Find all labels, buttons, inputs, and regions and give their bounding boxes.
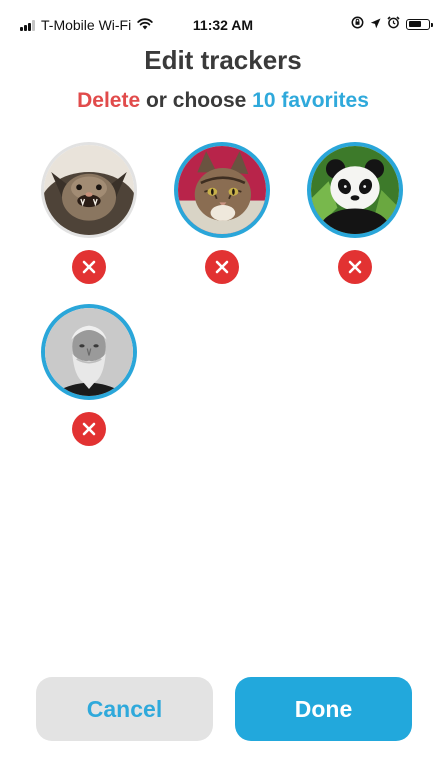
status-right xyxy=(345,16,433,32)
delete-tracker-button[interactable] xyxy=(338,250,372,284)
battery-level-fill xyxy=(408,21,422,27)
orientation-lock-icon xyxy=(351,16,364,32)
cancel-button[interactable]: Cancel xyxy=(36,677,213,741)
page-subtitle: Delete or choose 10 favorites xyxy=(0,89,446,113)
tracker-avatar-cat[interactable] xyxy=(174,142,270,238)
alarm-clock-icon xyxy=(387,16,400,32)
tracker-item-panda xyxy=(307,142,403,284)
location-arrow-icon xyxy=(370,16,381,32)
delete-tracker-button[interactable] xyxy=(72,250,106,284)
tracker-item-cat xyxy=(174,142,270,284)
delete-tracker-button[interactable] xyxy=(72,412,106,446)
done-button[interactable]: Done xyxy=(235,677,412,741)
panda-photo-icon xyxy=(311,146,399,234)
cat-photo-icon xyxy=(178,146,266,234)
close-icon xyxy=(348,260,362,274)
tracker-avatar-bat[interactable] xyxy=(41,142,137,238)
battery-icon xyxy=(406,18,433,30)
tracker-item-bat xyxy=(41,142,137,284)
close-icon xyxy=(82,260,96,274)
close-icon xyxy=(215,260,229,274)
bat-photo-icon xyxy=(44,145,134,235)
edit-trackers-screen: T-Mobile Wi-Fi 11:32 AM Edit trackers De… xyxy=(0,0,446,761)
delete-tracker-button[interactable] xyxy=(205,250,239,284)
page-title: Edit trackers xyxy=(144,45,302,75)
tracker-avatar-portrait[interactable] xyxy=(41,304,137,400)
subtitle-middle-text: or choose xyxy=(140,89,253,112)
tracker-avatar-panda[interactable] xyxy=(307,142,403,238)
subtitle-delete-word: Delete xyxy=(77,89,141,112)
status-bar: T-Mobile Wi-Fi 11:32 AM xyxy=(0,0,446,40)
portrait-photo-icon xyxy=(45,308,133,396)
tracker-item-portrait xyxy=(41,304,137,446)
subtitle-favorites-count: 10 favorites xyxy=(252,89,369,112)
close-icon xyxy=(82,422,96,436)
